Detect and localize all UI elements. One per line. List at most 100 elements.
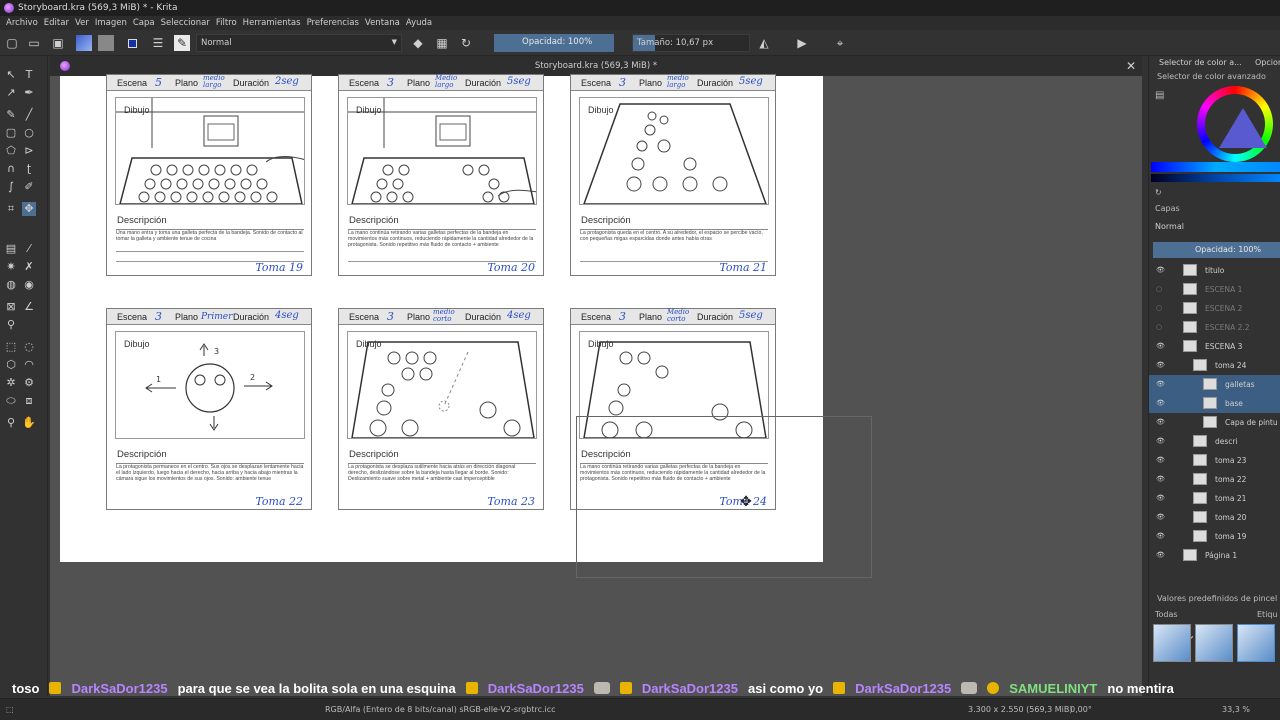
- menu-capa[interactable]: Capa: [133, 18, 155, 28]
- gradient-tool-icon[interactable]: ▤: [4, 242, 18, 256]
- tab-color-selector[interactable]: Selector de color a...: [1159, 58, 1242, 67]
- fill-tool-icon[interactable]: ✗: [22, 260, 36, 274]
- visibility-eye-icon[interactable]: 👁: [1156, 437, 1165, 445]
- storyboard-panel-4[interactable]: Escena 3 Plano Primer Duración 4seg Dibu…: [106, 308, 312, 510]
- freehand-brush-icon[interactable]: ✎: [4, 108, 18, 122]
- magnetic-select-icon[interactable]: ⧈: [22, 394, 36, 408]
- contiguous-select-icon[interactable]: ✲: [4, 376, 18, 390]
- reload-icon[interactable]: ↻: [458, 35, 474, 51]
- layer-row[interactable]: 👁 toma 24: [1149, 356, 1280, 375]
- save-icon[interactable]: ▣: [50, 35, 66, 51]
- layer-row[interactable]: 👁 base: [1149, 394, 1280, 413]
- polygon-tool-icon[interactable]: ⬠: [4, 144, 18, 158]
- size-slider[interactable]: Tamaño: 10,67 px: [632, 34, 750, 52]
- rect-select-icon[interactable]: ⬚: [4, 340, 18, 354]
- document-tab[interactable]: Storyboard.kra (569,3 MiB) * ✕: [50, 56, 1142, 76]
- dynamic-brush-icon[interactable]: ∫: [4, 180, 18, 194]
- menu-herramientas[interactable]: Herramientas: [243, 18, 301, 28]
- calligraphy-icon[interactable]: ✒: [22, 86, 36, 100]
- menu-seleccionar[interactable]: Seleccionar: [161, 18, 210, 28]
- similar-select-icon[interactable]: ⚙: [22, 376, 36, 390]
- select-shape-icon[interactable]: ↖: [4, 68, 18, 82]
- measure-tool-icon[interactable]: ∠: [22, 300, 36, 314]
- brush-settings-icon[interactable]: ☰: [150, 35, 166, 51]
- menu-ver[interactable]: Ver: [75, 18, 89, 28]
- value-slider[interactable]: [1151, 174, 1280, 182]
- layer-row[interactable]: 👁 toma 23: [1149, 451, 1280, 470]
- ellipse-select-icon[interactable]: ◌: [22, 340, 36, 354]
- color-picker-icon[interactable]: ⁄: [22, 242, 36, 256]
- polyline-tool-icon[interactable]: ⊳: [22, 144, 36, 158]
- visibility-eye-icon[interactable]: 👁: [1156, 342, 1165, 350]
- layer-row[interactable]: 👁 galletas: [1149, 375, 1280, 394]
- selection-icon[interactable]: ⬚: [6, 705, 14, 714]
- new-document-icon[interactable]: ▢: [4, 35, 20, 51]
- layer-row[interactable]: 👁 descri: [1149, 432, 1280, 451]
- menu-preferencias[interactable]: Preferencias: [307, 18, 359, 28]
- opacity-slider[interactable]: Opacidad: 100%: [494, 34, 614, 52]
- storyboard-panel-2[interactable]: Escena 3 Plano Medio largo Duración 5seg…: [338, 74, 544, 276]
- pattern-fill-icon[interactable]: ◍: [4, 278, 18, 292]
- smart-patch-icon[interactable]: ✷: [4, 260, 18, 274]
- layer-row[interactable]: 👁 ESCENA 3: [1149, 337, 1280, 356]
- freehand-path-icon[interactable]: ʈ: [22, 162, 36, 176]
- visibility-eye-icon[interactable]: 👁: [1156, 380, 1165, 388]
- brush-preset-3[interactable]: [1237, 624, 1275, 662]
- mirror-vertical-icon[interactable]: ▶: [794, 35, 810, 51]
- multibrush-icon[interactable]: ✐: [22, 180, 36, 194]
- layer-row[interactable]: 👁 Página 1: [1149, 546, 1280, 565]
- move-tool-icon[interactable]: ✥: [22, 202, 36, 216]
- preserve-alpha-icon[interactable]: ▦: [434, 35, 450, 51]
- visibility-eye-icon[interactable]: 👁: [1156, 266, 1165, 274]
- visibility-eye-icon[interactable]: ○: [1156, 304, 1162, 312]
- storyboard-panel-3[interactable]: Escena 3 Plano medio largo Duración 5seg…: [570, 74, 776, 276]
- transform-bounding-box[interactable]: [576, 416, 872, 578]
- pan-tool-icon[interactable]: ✋: [22, 416, 36, 430]
- reference-tool-icon[interactable]: ⚲: [4, 318, 18, 332]
- hue-slider[interactable]: [1151, 162, 1280, 172]
- brush-preset-2[interactable]: [1195, 624, 1233, 662]
- visibility-eye-icon[interactable]: 👁: [1156, 532, 1165, 540]
- layer-row[interactable]: 👁 toma 20: [1149, 508, 1280, 527]
- color-triangle[interactable]: [1219, 108, 1267, 148]
- visibility-eye-icon[interactable]: 👁: [1156, 551, 1165, 559]
- brush-filter[interactable]: Todas: [1155, 610, 1178, 619]
- fg-bg-color-icon[interactable]: [124, 35, 140, 51]
- menu-imagen[interactable]: Imagen: [95, 18, 127, 28]
- layer-row[interactable]: 👁 toma 21: [1149, 489, 1280, 508]
- layer-row[interactable]: 👁 titulo: [1149, 261, 1280, 280]
- text-tool-icon[interactable]: T: [22, 68, 36, 82]
- visibility-eye-icon[interactable]: ○: [1156, 323, 1162, 331]
- crop-tool-icon[interactable]: ⌗: [4, 202, 18, 216]
- close-icon[interactable]: ✕: [1126, 56, 1136, 76]
- visibility-eye-icon[interactable]: 👁: [1156, 513, 1165, 521]
- brush-tag[interactable]: Etiqu: [1257, 610, 1278, 619]
- menu-ventana[interactable]: Ventana: [365, 18, 400, 28]
- menu-archivo[interactable]: Archivo: [6, 18, 38, 28]
- visibility-eye-icon[interactable]: 👁: [1156, 361, 1165, 369]
- open-folder-icon[interactable]: ▭: [26, 35, 42, 51]
- zoom-level[interactable]: 33,3 %: [1222, 705, 1250, 714]
- pattern-swatch-icon[interactable]: [98, 35, 114, 51]
- bezier-select-icon[interactable]: ⬭: [4, 394, 18, 408]
- canvas-area[interactable]: Escena 5 Plano medio largo Duración 2seg…: [50, 74, 1142, 696]
- enclose-fill-icon[interactable]: ◉: [22, 278, 36, 292]
- layer-opacity-slider[interactable]: Opacidad: 100%: [1153, 242, 1280, 258]
- menu-editar[interactable]: Editar: [44, 18, 69, 28]
- layer-row[interactable]: ○ ESCENA 2: [1149, 299, 1280, 318]
- visibility-eye-icon[interactable]: ○: [1156, 285, 1162, 293]
- storyboard-panel-5[interactable]: Escena 3 Plano medio corto Duración 4seg…: [338, 308, 544, 510]
- visibility-eye-icon[interactable]: 👁: [1156, 418, 1165, 426]
- tab-options[interactable]: Opcione: [1255, 58, 1280, 67]
- bezier-tool-icon[interactable]: ∩: [4, 162, 18, 176]
- layer-row[interactable]: ○ ESCENA 2.2: [1149, 318, 1280, 337]
- zoom-tool-icon[interactable]: ⚲: [4, 416, 18, 430]
- assistant-tool-icon[interactable]: ⊠: [4, 300, 18, 314]
- layer-row[interactable]: 👁 Capa de pintu: [1149, 413, 1280, 432]
- storyboard-panel-1[interactable]: Escena 5 Plano medio largo Duración 2seg…: [106, 74, 312, 276]
- wrap-around-icon[interactable]: ⌖: [832, 35, 848, 51]
- visibility-eye-icon[interactable]: 👁: [1156, 494, 1165, 502]
- visibility-eye-icon[interactable]: 👁: [1156, 399, 1165, 407]
- brush-preset-1[interactable]: [1153, 624, 1191, 662]
- layer-row[interactable]: 👁 toma 19: [1149, 527, 1280, 546]
